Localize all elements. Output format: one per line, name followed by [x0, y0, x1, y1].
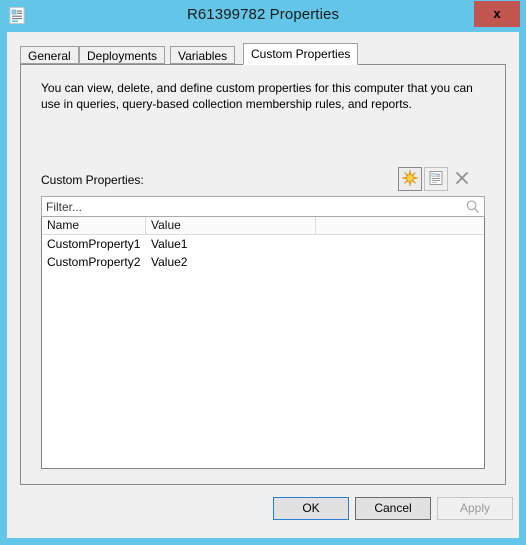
- table-row[interactable]: CustomProperty1 Value1: [42, 235, 484, 253]
- new-star-icon: [401, 168, 419, 190]
- title-bar: R61399782 Properties x: [0, 0, 526, 32]
- column-header-name[interactable]: Name: [42, 217, 146, 234]
- close-button[interactable]: x: [474, 1, 520, 27]
- tab-general[interactable]: General: [20, 46, 79, 64]
- list-header-row: Name Value: [42, 217, 484, 235]
- cell-value: Value2: [151, 255, 188, 269]
- properties-icon: [427, 170, 445, 190]
- custom-properties-list[interactable]: Name Value CustomProperty1 Value1 Custom…: [41, 217, 485, 469]
- properties-dialog-window: R61399782 Properties x General Deploymen…: [0, 0, 526, 545]
- cell-name: CustomProperty1: [47, 237, 141, 251]
- cell-name: CustomProperty2: [47, 255, 141, 269]
- custom-properties-label: Custom Properties:: [41, 173, 144, 187]
- new-property-button[interactable]: [398, 167, 422, 191]
- filter-input[interactable]: [46, 197, 446, 216]
- window-title: R61399782 Properties: [186, 6, 340, 23]
- cancel-button[interactable]: Cancel: [355, 497, 431, 520]
- cell-value: Value1: [151, 237, 188, 251]
- ok-button[interactable]: OK: [273, 497, 349, 520]
- tab-custom-properties[interactable]: Custom Properties: [243, 43, 359, 65]
- delete-x-icon: [453, 171, 471, 190]
- tab-variables[interactable]: Variables: [170, 46, 236, 64]
- page-description: You can view, delete, and define custom …: [41, 81, 473, 111]
- column-header-value[interactable]: Value: [146, 217, 316, 234]
- tab-page-custom-properties: You can view, delete, and define custom …: [20, 64, 506, 485]
- tab-deployments[interactable]: Deployments: [79, 46, 166, 64]
- delete-property-button[interactable]: [450, 167, 474, 191]
- apply-button[interactable]: Apply: [437, 497, 513, 520]
- filter-box: [41, 196, 485, 217]
- edit-property-button[interactable]: [424, 167, 448, 191]
- dialog-client-area: General Deployments Variables Custom Pro…: [7, 32, 519, 538]
- column-header-filler: [316, 217, 484, 234]
- table-row[interactable]: CustomProperty2 Value2: [42, 253, 484, 271]
- search-magnifier-icon[interactable]: [465, 199, 481, 215]
